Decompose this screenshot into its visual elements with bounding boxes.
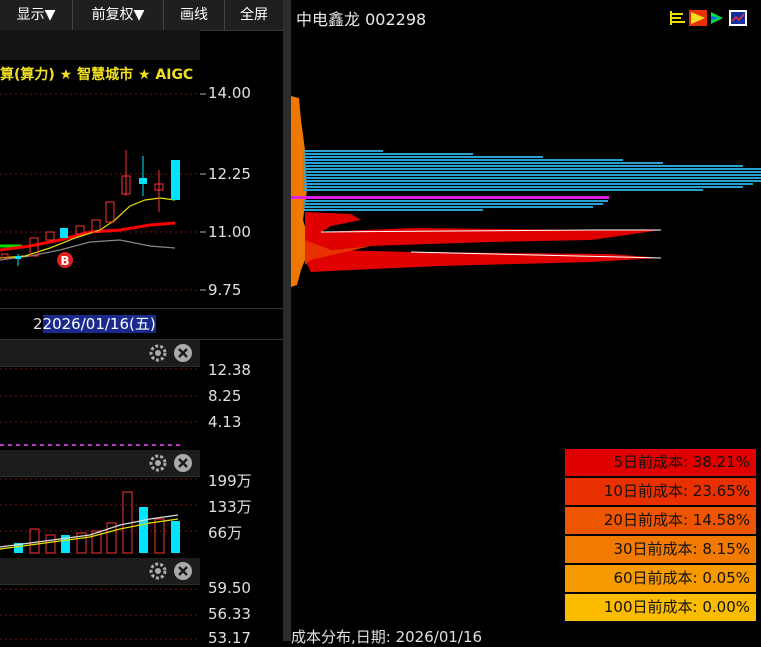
gear-icon[interactable] — [148, 453, 168, 473]
candle — [171, 160, 180, 200]
chip-footer: 成本分布,日期: 2026/01/16 — [291, 628, 483, 646]
volume-bar — [29, 528, 40, 554]
kline-panel[interactable]: 显示▼ 前复权▼ 画线 全屏 算(算力) ★ 智慧城市 ★ AIGC B 14.… — [0, 0, 283, 647]
display-button[interactable]: 显示▼ — [0, 0, 73, 30]
gear-icon[interactable] — [148, 561, 168, 581]
volume-bar — [45, 534, 56, 554]
legend-row-60d: 60日前成本: 0.05% — [565, 565, 756, 592]
price-tick-1: 14.00 — [208, 84, 251, 102]
indicator-panel-3-header — [0, 558, 200, 585]
indicator3-tick-3: 53.17 — [208, 629, 251, 647]
volume-tick-2: 133万 — [208, 498, 252, 516]
price-tick-4: 9.75 — [208, 281, 242, 299]
candle — [60, 228, 68, 238]
volume-bar — [139, 507, 148, 553]
legend-row-10d: 10日前成本: 23.65% — [565, 478, 756, 505]
candle — [45, 231, 55, 241]
legend-row-5d: 5日前成本: 38.21% — [565, 449, 756, 476]
volume-bar — [154, 518, 165, 554]
candles — [1, 150, 180, 266]
price-tick-3: 11.00 — [208, 223, 251, 241]
cursor-date: 22026/01/16(五) — [33, 315, 156, 333]
svg-text:B: B — [60, 254, 69, 268]
candlestick-chart[interactable]: B — [0, 60, 200, 308]
adjust-button[interactable]: 前复权▼ — [73, 0, 164, 30]
indicator-chart-3[interactable] — [0, 585, 200, 641]
volume-panel-header — [0, 450, 200, 477]
price-ticks — [200, 93, 206, 291]
panel-splitter[interactable] — [283, 0, 291, 641]
volume-bar — [171, 521, 180, 553]
date-strip: 22026/01/16(五) — [0, 308, 283, 340]
close-icon[interactable] — [173, 343, 193, 363]
chip-red-area — [305, 212, 661, 272]
volume-tick-3: 66万 — [208, 524, 243, 542]
chip-histogram[interactable] — [291, 90, 761, 295]
volume-ma-yellow — [0, 518, 179, 550]
indicator1-tick-3: 4.13 — [208, 413, 242, 431]
indicator3-tick-2: 56.33 — [208, 605, 251, 623]
gear-icon[interactable] — [148, 343, 168, 363]
chart-subbar — [0, 30, 200, 60]
chip-distribution-panel: 中电鑫龙 002298 5日前成本: 38.21% 10日前成本: 23.65%… — [291, 0, 761, 646]
draw-line-button[interactable]: 画线 — [164, 0, 225, 30]
candle — [15, 256, 21, 259]
price-tick-2: 12.25 — [208, 165, 251, 183]
legend-row-100d: 100日前成本: 0.00% — [565, 594, 756, 621]
chip-toolbar — [669, 8, 749, 32]
legend-row-20d: 20日前成本: 14.58% — [565, 507, 756, 534]
candle — [139, 178, 147, 184]
indicator1-tick-2: 8.25 — [208, 387, 242, 405]
chip-mode-icon-1 — [669, 10, 687, 26]
indicator-panel-1-header — [0, 340, 200, 367]
ma-grey-line — [0, 239, 176, 261]
indicator-chart-1[interactable] — [0, 367, 200, 447]
chip-mode-icon-3 — [711, 12, 723, 24]
ma-yellow-line — [0, 197, 176, 259]
chip-settings-icon — [729, 10, 747, 26]
chip-blue-bars — [303, 150, 761, 191]
chart-toolbar: 显示▼ 前复权▼ 画线 全屏 — [0, 0, 283, 31]
stock-title: 中电鑫龙 002298 — [296, 10, 427, 29]
close-icon[interactable] — [173, 561, 193, 581]
chip-current-price-line — [291, 196, 609, 199]
chip-cost-legend: 5日前成本: 38.21% 10日前成本: 23.65% 20日前成本: 14.… — [565, 449, 756, 623]
legend-row-30d: 30日前成本: 8.15% — [565, 536, 756, 563]
volume-tick-1: 199万 — [208, 472, 252, 490]
indicator1-tick-1: 12.38 — [208, 361, 251, 379]
chip-mode-icon-2 — [689, 10, 707, 26]
indicator3-tick-1: 59.50 — [208, 579, 251, 597]
candle — [105, 201, 115, 223]
fullscreen-button[interactable]: 全屏 — [225, 0, 283, 30]
close-icon[interactable] — [173, 453, 193, 473]
volume-chart[interactable] — [0, 477, 200, 555]
